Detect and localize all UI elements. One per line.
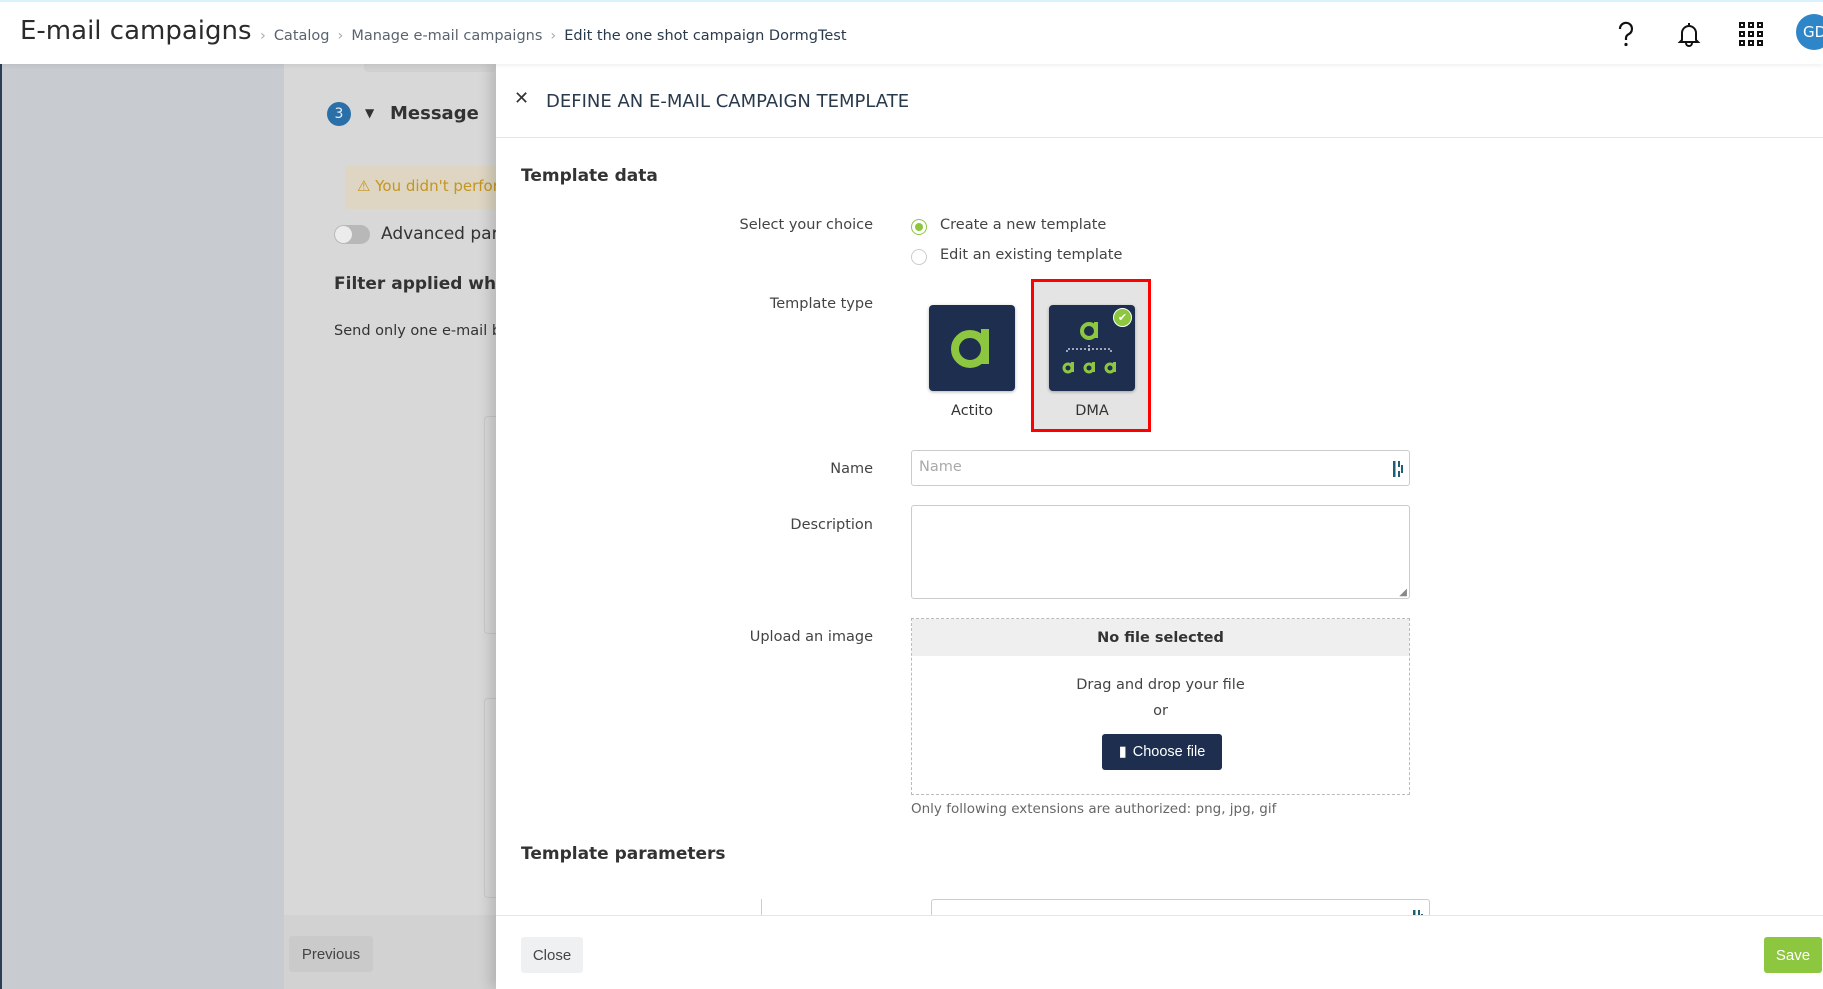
upload-label: Upload an image <box>749 629 873 645</box>
description-label: Description <box>790 517 873 533</box>
panel-title: DEFINE AN E-MAIL CAMPAIGN TEMPLATE <box>546 91 910 112</box>
breadcrumb-separator: › <box>550 28 557 44</box>
previous-button[interactable]: Previous <box>289 936 373 972</box>
description-textarea[interactable]: ◢ <box>911 505 1410 599</box>
help-icon[interactable] <box>1610 18 1642 50</box>
or-text: or <box>1153 703 1168 719</box>
panel-header: ✕ DEFINE AN E-MAIL CAMPAIGN TEMPLATE <box>496 64 1823 138</box>
step-title[interactable]: Message <box>390 103 496 124</box>
template-type-label: Template type <box>769 296 873 312</box>
drag-drop-text: Drag and drop your file <box>1076 677 1245 693</box>
card-edge <box>364 64 496 72</box>
warning-alert: ⚠ You didn't perform <box>345 166 496 209</box>
upload-status: No file selected <box>912 619 1409 656</box>
save-button[interactable]: Save <box>1764 937 1822 973</box>
choose-file-button[interactable]: ▮ Choose file <box>1102 734 1222 770</box>
dma-label: DMA <box>1075 403 1109 419</box>
resize-handle-icon[interactable]: ◢ <box>1399 587 1407 598</box>
actito-logo-icon <box>929 305 1015 391</box>
breadcrumb-separator: › <box>260 28 266 44</box>
radio-edit-existing[interactable] <box>911 249 927 265</box>
bell-icon[interactable] <box>1673 18 1705 50</box>
template-type-dma[interactable]: ✔ DMA <box>1049 305 1135 435</box>
advanced-params-label: Advanced parameters <box>381 224 496 244</box>
file-icon: ▮ <box>1118 744 1127 760</box>
radio-create-new-label[interactable]: Create a new template <box>940 217 1106 233</box>
breadcrumb-separator: › <box>337 28 344 44</box>
card-edge <box>484 416 496 634</box>
actito-label: Actito <box>951 403 993 419</box>
apps-grid-icon[interactable] <box>1735 18 1767 50</box>
close-icon[interactable]: ✕ <box>514 88 529 109</box>
upload-dropzone[interactable]: No file selected Drag and drop your file… <box>911 618 1410 795</box>
check-badge-icon: ✔ <box>1113 308 1132 327</box>
select-choice-label: Select your choice <box>739 217 873 233</box>
name-input[interactable]: Name <box>911 450 1410 486</box>
send-once-text: Send only one e-mail by <box>334 323 496 339</box>
name-label: Name <box>830 461 873 477</box>
sidebar-dimmed <box>0 64 284 989</box>
card-edge <box>484 698 496 898</box>
breadcrumb-manage[interactable]: Manage e-mail campaigns <box>351 28 542 44</box>
radio-create-new[interactable] <box>911 219 927 235</box>
warning-icon: ⚠ <box>357 177 371 195</box>
extensions-note: Only following extensions are authorized… <box>911 801 1277 817</box>
breadcrumb: › Catalog › Manage e-mail campaigns › Ed… <box>260 28 847 44</box>
close-button[interactable]: Close <box>521 937 583 973</box>
filter-heading: Filter applied when <box>334 274 496 294</box>
advanced-params-toggle[interactable] <box>334 225 370 244</box>
name-placeholder: Name <box>919 459 962 475</box>
template-type-actito[interactable]: Actito <box>929 305 1015 435</box>
caret-down-icon[interactable]: ▼ <box>365 106 374 120</box>
breadcrumb-current: Edit the one shot campaign DormgTest <box>564 28 847 44</box>
panel-footer: Close Save <box>496 915 1823 989</box>
app-header: E-mail campaigns › Catalog › Manage e-ma… <box>0 2 1823 64</box>
section-template-data: Template data <box>521 166 658 186</box>
section-template-parameters: Template parameters <box>521 844 726 864</box>
personalization-icon[interactable] <box>1392 460 1404 478</box>
radio-edit-existing-label[interactable]: Edit an existing template <box>940 247 1122 263</box>
template-side-panel: ✕ DEFINE AN E-MAIL CAMPAIGN TEMPLATE Tem… <box>496 64 1823 989</box>
app-title: E-mail campaigns <box>20 16 252 46</box>
divider <box>761 899 762 915</box>
breadcrumb-catalog[interactable]: Catalog <box>274 28 330 44</box>
step-number-badge: 3 <box>327 102 351 126</box>
